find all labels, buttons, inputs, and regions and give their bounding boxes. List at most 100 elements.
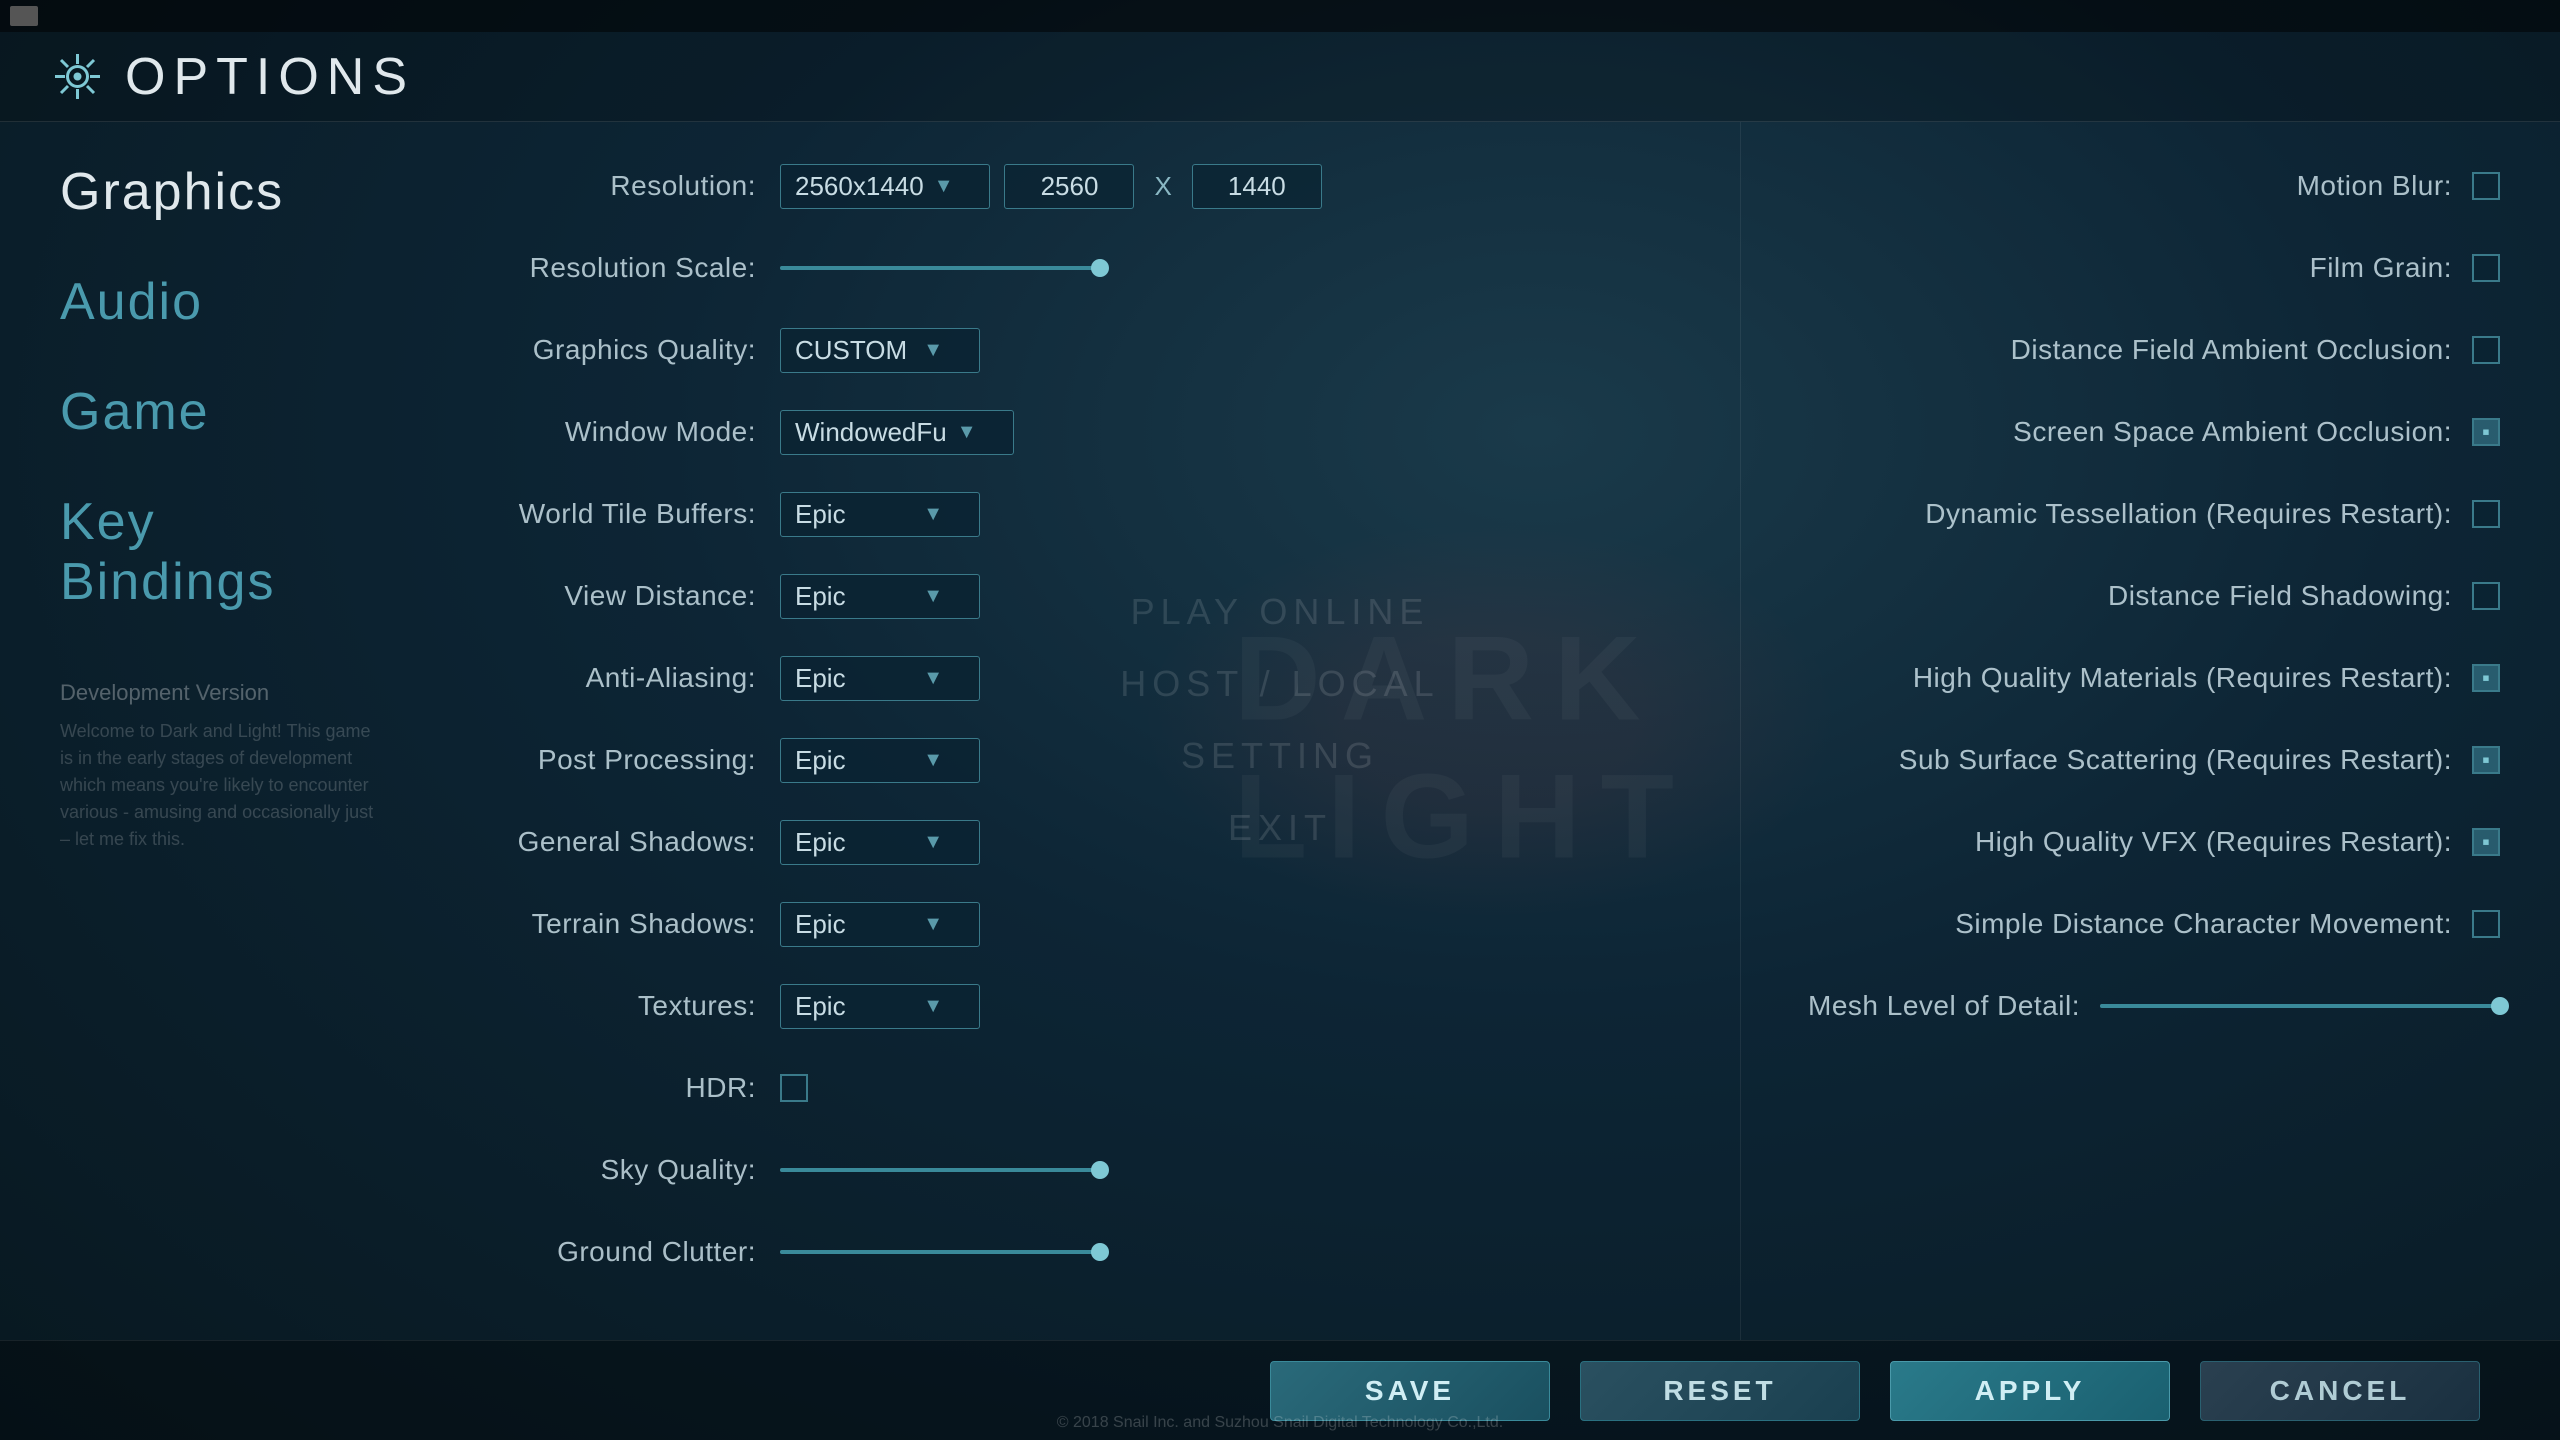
dropdown-arrow-icon: ▼	[923, 585, 943, 608]
distance-field-shadow-label: Distance Field Shadowing:	[2108, 580, 2452, 612]
resolution-dropdown[interactable]: 2560x1440 ▼	[780, 164, 990, 209]
view-distance-row: View Distance: Epic ▼	[440, 572, 1680, 620]
dynamic-tess-checkbox[interactable]	[2472, 500, 2500, 528]
window-mode-dropdown[interactable]: WindowedFu ▼	[780, 410, 1014, 455]
sidebar-item-graphics[interactable]: Graphics	[60, 162, 380, 222]
save-button[interactable]: SAVE	[1270, 1361, 1550, 1421]
view-distance-dropdown[interactable]: Epic ▼	[780, 574, 980, 619]
hdr-control	[780, 1074, 808, 1102]
post-processing-control: Epic ▼	[780, 738, 980, 783]
dropdown-arrow-icon: ▼	[923, 749, 943, 772]
window-mode-row: Window Mode: WindowedFu ▼	[440, 408, 1680, 456]
resolution-row: Resolution: 2560x1440 ▼ X	[440, 162, 1680, 210]
settings-left-panel: Resolution: 2560x1440 ▼ X Resolution Sca…	[380, 122, 1740, 1340]
simple-distance-checkbox[interactable]	[2472, 910, 2500, 938]
sky-quality-row: Sky Quality:	[440, 1146, 1680, 1194]
ground-clutter-label: Ground Clutter:	[440, 1236, 780, 1268]
hq-materials-checkbox[interactable]	[2472, 664, 2500, 692]
resolution-x-separator: X	[1154, 171, 1171, 202]
resolution-scale-row: Resolution Scale:	[440, 244, 1680, 292]
dev-version-text: Welcome to Dark and Light! This game is …	[60, 718, 380, 853]
hq-vfx-label: High Quality VFX (Requires Restart):	[1975, 826, 2452, 858]
anti-aliasing-control: Epic ▼	[780, 656, 980, 701]
mesh-lod-thumb[interactable]	[2491, 997, 2509, 1015]
hq-vfx-checkbox[interactable]	[2472, 828, 2500, 856]
window-close-button[interactable]	[10, 6, 38, 26]
world-tile-buffers-row: World Tile Buffers: Epic ▼	[440, 490, 1680, 538]
ground-clutter-thumb[interactable]	[1091, 1243, 1109, 1261]
apply-button[interactable]: APPLY	[1890, 1361, 2170, 1421]
resolution-scale-fill	[780, 266, 1100, 270]
dropdown-arrow-icon: ▼	[923, 503, 943, 526]
view-distance-label: View Distance:	[440, 580, 780, 612]
ground-clutter-control	[780, 1250, 1100, 1254]
resolution-scale-label: Resolution Scale:	[440, 252, 780, 284]
cancel-button[interactable]: CANCEL	[2200, 1361, 2480, 1421]
hdr-checkbox[interactable]	[780, 1074, 808, 1102]
textures-dropdown[interactable]: Epic ▼	[780, 984, 980, 1029]
top-bar	[0, 0, 2560, 32]
textures-label: Textures:	[440, 990, 780, 1022]
anti-aliasing-label: Anti-Aliasing:	[440, 662, 780, 694]
dropdown-arrow-icon: ▼	[923, 995, 943, 1018]
resolution-label: Resolution:	[440, 170, 780, 202]
header: OPTIONS	[0, 32, 2560, 122]
terrain-shadows-row: Terrain Shadows: Epic ▼	[440, 900, 1680, 948]
world-tile-buffers-label: World Tile Buffers:	[440, 498, 780, 530]
dev-version-section: Development Version Welcome to Dark and …	[60, 680, 380, 853]
textures-control: Epic ▼	[780, 984, 980, 1029]
resolution-scale-control	[780, 266, 1100, 270]
page-title: OPTIONS	[125, 47, 415, 107]
post-processing-dropdown[interactable]: Epic ▼	[780, 738, 980, 783]
general-shadows-control: Epic ▼	[780, 820, 980, 865]
dropdown-arrow-icon: ▼	[923, 667, 943, 690]
sky-quality-control	[780, 1168, 1100, 1172]
resolution-control: 2560x1440 ▼ X	[780, 164, 1322, 209]
anti-aliasing-dropdown[interactable]: Epic ▼	[780, 656, 980, 701]
film-grain-checkbox[interactable]	[2472, 254, 2500, 282]
hq-materials-label: High Quality Materials (Requires Restart…	[1913, 662, 2452, 694]
screen-space-ao-label: Screen Space Ambient Occlusion:	[2013, 416, 2452, 448]
motion-blur-row: Motion Blur:	[1761, 162, 2500, 210]
post-processing-row: Post Processing: Epic ▼	[440, 736, 1680, 784]
settings-right-panel: Motion Blur: Film Grain: Distance Field …	[1740, 122, 2560, 1340]
resolution-width-input[interactable]	[1004, 164, 1134, 209]
motion-blur-label: Motion Blur:	[2297, 170, 2452, 202]
sidebar-item-audio[interactable]: Audio	[60, 272, 380, 332]
window-mode-control: WindowedFu ▼	[780, 410, 1014, 455]
sidebar-item-keybindings[interactable]: Key Bindings	[60, 492, 380, 612]
simple-distance-label: Simple Distance Character Movement:	[1955, 908, 2452, 940]
motion-blur-checkbox[interactable]	[2472, 172, 2500, 200]
sky-quality-slider[interactable]	[780, 1168, 1100, 1172]
subsurface-scatter-label: Sub Surface Scattering (Requires Restart…	[1899, 744, 2452, 776]
simple-distance-row: Simple Distance Character Movement:	[1761, 900, 2500, 948]
hq-vfx-row: High Quality VFX (Requires Restart):	[1761, 818, 2500, 866]
world-tile-buffers-dropdown[interactable]: Epic ▼	[780, 492, 980, 537]
sky-quality-thumb[interactable]	[1091, 1161, 1109, 1179]
mesh-lod-slider[interactable]	[2100, 1004, 2500, 1008]
sky-quality-fill	[780, 1168, 1100, 1172]
screen-space-ao-checkbox[interactable]	[2472, 418, 2500, 446]
resolution-height-input[interactable]	[1192, 164, 1322, 209]
reset-button[interactable]: RESET	[1580, 1361, 1860, 1421]
general-shadows-row: General Shadows: Epic ▼	[440, 818, 1680, 866]
dropdown-arrow-icon: ▼	[923, 339, 943, 362]
dropdown-arrow-icon: ▼	[957, 421, 977, 444]
ground-clutter-slider[interactable]	[780, 1250, 1100, 1254]
distance-field-shadow-checkbox[interactable]	[2472, 582, 2500, 610]
distance-field-ao-checkbox[interactable]	[2472, 336, 2500, 364]
resolution-scale-thumb[interactable]	[1091, 259, 1109, 277]
terrain-shadows-dropdown[interactable]: Epic ▼	[780, 902, 980, 947]
textures-row: Textures: Epic ▼	[440, 982, 1680, 1030]
sidebar-item-game[interactable]: Game	[60, 382, 380, 442]
graphics-quality-control: CUSTOM ▼	[780, 328, 980, 373]
distance-field-ao-label: Distance Field Ambient Occlusion:	[2011, 334, 2452, 366]
graphics-quality-dropdown[interactable]: CUSTOM ▼	[780, 328, 980, 373]
subsurface-scatter-checkbox[interactable]	[2472, 746, 2500, 774]
graphics-quality-row: Graphics Quality: CUSTOM ▼	[440, 326, 1680, 374]
ground-clutter-fill	[780, 1250, 1100, 1254]
resolution-scale-slider[interactable]	[780, 266, 1100, 270]
film-grain-row: Film Grain:	[1761, 244, 2500, 292]
dynamic-tess-row: Dynamic Tessellation (Requires Restart):	[1761, 490, 2500, 538]
general-shadows-dropdown[interactable]: Epic ▼	[780, 820, 980, 865]
